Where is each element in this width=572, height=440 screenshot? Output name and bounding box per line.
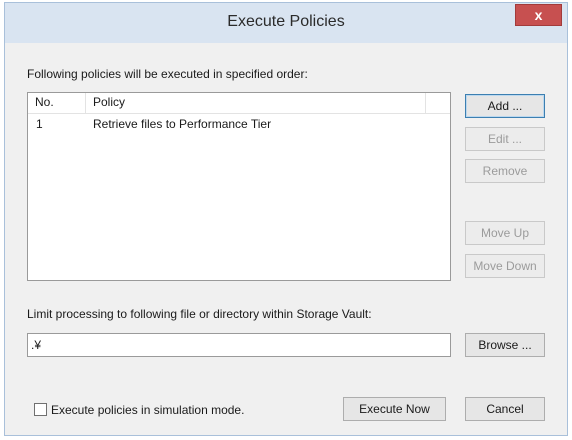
move-down-button[interactable]: Move Down bbox=[465, 254, 545, 278]
limit-caption: Limit processing to following file or di… bbox=[27, 307, 372, 321]
column-header-policy[interactable]: Policy bbox=[86, 93, 426, 113]
dialog-body: Following policies will be executed in s… bbox=[12, 43, 560, 428]
policy-row-no: 1 bbox=[36, 117, 43, 131]
browse-button[interactable]: Browse ... bbox=[465, 333, 545, 357]
close-icon: x bbox=[534, 7, 543, 23]
column-header-filler bbox=[426, 93, 450, 113]
policies-caption: Following policies will be executed in s… bbox=[27, 67, 308, 81]
remove-button[interactable]: Remove bbox=[465, 159, 545, 183]
list-header: No. Policy bbox=[28, 93, 450, 114]
cancel-button[interactable]: Cancel bbox=[465, 397, 545, 421]
add-button[interactable]: Add ... bbox=[465, 94, 545, 118]
execute-policies-dialog: Execute Policies x Following policies wi… bbox=[4, 2, 568, 436]
edit-button[interactable]: Edit ... bbox=[465, 127, 545, 151]
title-bar[interactable]: Execute Policies x bbox=[5, 3, 567, 43]
policy-row[interactable]: 1 Retrieve files to Performance Tier bbox=[28, 114, 450, 134]
path-input[interactable]: .¥ bbox=[27, 333, 451, 357]
column-header-no[interactable]: No. bbox=[28, 93, 86, 113]
simulation-label[interactable]: Execute policies in simulation mode. bbox=[51, 403, 244, 417]
policies-list[interactable]: No. Policy 1 Retrieve files to Performan… bbox=[27, 92, 451, 281]
dialog-title: Execute Policies bbox=[227, 13, 345, 30]
policy-row-name: Retrieve files to Performance Tier bbox=[93, 117, 272, 131]
move-up-button[interactable]: Move Up bbox=[465, 221, 545, 245]
simulation-checkbox[interactable] bbox=[34, 403, 47, 416]
close-button[interactable]: x bbox=[515, 4, 562, 26]
execute-now-button[interactable]: Execute Now bbox=[343, 397, 446, 421]
